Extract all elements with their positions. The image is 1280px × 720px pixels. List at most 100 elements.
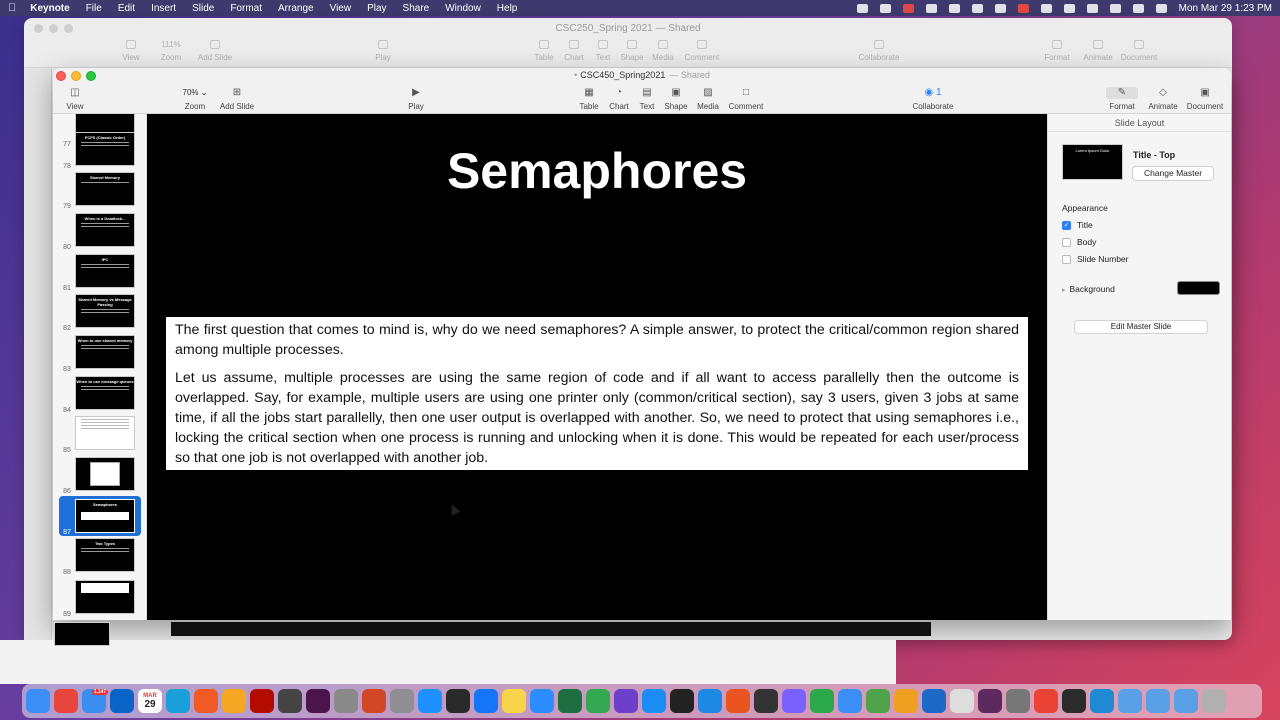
background-color-swatch[interactable] <box>1177 281 1220 295</box>
zoom-icon[interactable] <box>530 689 554 713</box>
finder-icon[interactable] <box>26 689 50 713</box>
slack-icon[interactable] <box>306 689 330 713</box>
powerpoint-icon[interactable] <box>362 689 386 713</box>
chrome-2-icon[interactable] <box>586 689 610 713</box>
body-checkbox-row[interactable]: Body <box>1062 237 1096 247</box>
vscode-icon[interactable] <box>1090 689 1114 713</box>
change-master-button[interactable]: Change Master <box>1132 166 1214 181</box>
chevron-right-icon[interactable]: ▸ <box>1062 287 1066 294</box>
menu-slide[interactable]: Slide <box>192 3 214 14</box>
spotlight-icon[interactable] <box>1132 3 1144 13</box>
xcode-icon[interactable] <box>474 689 498 713</box>
excel-icon[interactable] <box>558 689 582 713</box>
menu-window[interactable]: Window <box>445 3 481 14</box>
settings-icon[interactable] <box>390 689 414 713</box>
battery-icon[interactable] <box>1086 3 1098 13</box>
menu-play[interactable]: Play <box>367 3 386 14</box>
background-row[interactable]: ▸ Background <box>1062 281 1220 295</box>
slide-thumb-81[interactable]: 81 IPC <box>59 254 141 292</box>
sublime-icon[interactable] <box>278 689 302 713</box>
chrome-icon[interactable] <box>54 689 78 713</box>
outlook-icon[interactable] <box>110 689 134 713</box>
status-icon-record[interactable] <box>902 3 914 13</box>
bluetooth-icon[interactable] <box>1063 3 1075 13</box>
menu-view[interactable]: View <box>330 3 352 14</box>
status-icon-3[interactable] <box>925 3 937 13</box>
textedit-icon[interactable] <box>950 689 974 713</box>
menu-edit[interactable]: Edit <box>118 3 135 14</box>
calendar-icon[interactable]: MAR 29 <box>138 689 162 713</box>
ubuntu-icon[interactable] <box>726 689 750 713</box>
slide-canvas[interactable]: Semaphores The first question that comes… <box>147 114 1047 620</box>
keynote-icon[interactable] <box>838 689 862 713</box>
slide-thumb-79[interactable]: 79 Shared Memory <box>59 172 141 210</box>
document-button[interactable]: ▣ Document <box>1177 87 1231 111</box>
slide-thumb-83[interactable]: 83 When to use shared memory <box>59 335 141 373</box>
add-slide-button[interactable]: ⊞ Add Slide <box>209 87 265 111</box>
menu-share[interactable]: Share <box>403 3 430 14</box>
sourcetree-icon[interactable] <box>922 689 946 713</box>
title-checkbox[interactable]: ✓ <box>1062 220 1071 230</box>
play-button[interactable]: ▶ Play <box>388 87 444 111</box>
notes-icon[interactable] <box>502 689 526 713</box>
github-icon[interactable] <box>614 689 638 713</box>
messenger-icon[interactable] <box>782 689 806 713</box>
mail-icon[interactable]: 1,147 <box>82 689 109 713</box>
downloads-icon[interactable] <box>1118 689 1142 713</box>
documents-icon[interactable] <box>1146 689 1170 713</box>
menu-help[interactable]: Help <box>497 3 518 14</box>
app-store-icon[interactable] <box>642 689 666 713</box>
safari-icon[interactable] <box>418 689 442 713</box>
collaborate-button[interactable]: ◉ 1 Collaborate <box>905 87 961 111</box>
edit-master-slide-button[interactable]: Edit Master Slide <box>1074 320 1208 334</box>
control-center-icon[interactable] <box>1155 3 1167 13</box>
slide-thumb-80[interactable]: 80 When is a Deadlock... <box>59 213 141 251</box>
menu-file[interactable]: File <box>86 3 102 14</box>
slide-number-checkbox[interactable] <box>1062 254 1071 264</box>
slide-number-checkbox-row[interactable]: Slide Number <box>1062 254 1129 264</box>
status-icon-5[interactable] <box>971 3 983 13</box>
title-checkbox-row[interactable]: ✓ Title <box>1062 220 1093 230</box>
acrobat-icon[interactable] <box>250 689 274 713</box>
trash-icon[interactable] <box>1202 689 1226 713</box>
master-slide-thumbnail[interactable]: Lorem Ipsum Dolor <box>1062 144 1123 180</box>
numbers-icon[interactable] <box>810 689 834 713</box>
slide-thumb-82[interactable]: 82 Shared Memory vs Message Passing <box>59 294 141 332</box>
slack-2-icon[interactable] <box>978 689 1002 713</box>
maps-icon[interactable] <box>866 689 890 713</box>
volume-icon[interactable] <box>1040 3 1052 13</box>
status-icon-stop[interactable] <box>1017 3 1029 13</box>
pages-icon[interactable] <box>222 689 246 713</box>
status-icon-1[interactable] <box>856 3 868 13</box>
slide-thumb-78[interactable]: 78 FCFS (Classic Order) <box>59 132 141 170</box>
wifi-icon[interactable] <box>1109 3 1121 13</box>
menu-arrange[interactable]: Arrange <box>278 3 314 14</box>
slide-thumb-84[interactable]: 84 When to use message queues <box>59 376 141 414</box>
slide-title[interactable]: Semaphores <box>147 142 1047 200</box>
menu-insert[interactable]: Insert <box>151 3 176 14</box>
windows-icon[interactable] <box>698 689 722 713</box>
launchpad-icon[interactable] <box>334 689 358 713</box>
slide-thumb-87-selected[interactable]: 87 Semaphores <box>59 496 141 536</box>
photos-icon[interactable] <box>894 689 918 713</box>
status-icon-4[interactable] <box>948 3 960 13</box>
slide-body-text[interactable]: The first question that comes to mind is… <box>166 317 1028 470</box>
slide-thumb-88[interactable]: 88 Two Types <box>59 538 141 576</box>
webex-icon[interactable] <box>166 689 190 713</box>
slide-thumb-86[interactable]: 86 <box>59 457 141 495</box>
terminal-icon[interactable] <box>670 689 694 713</box>
chrome-3-icon[interactable] <box>1034 689 1058 713</box>
slide-navigator[interactable]: 77 78 FCFS (Classic Order) 79 Shared Mem… <box>53 114 147 620</box>
body-checkbox[interactable] <box>1062 237 1071 247</box>
status-icon-6[interactable] <box>994 3 1006 13</box>
apple-icon[interactable]:  <box>8 2 16 14</box>
menu-app-name[interactable]: Keynote <box>30 3 69 14</box>
terminal-3-icon[interactable] <box>1062 689 1086 713</box>
status-icon-2[interactable] <box>879 3 891 13</box>
epic-games-icon[interactable] <box>446 689 470 713</box>
slide-thumb-85[interactable]: 85 <box>59 416 141 454</box>
terminal-2-icon[interactable] <box>754 689 778 713</box>
menu-format[interactable]: Format <box>230 3 262 14</box>
folder-icon[interactable] <box>1174 689 1198 713</box>
background-slide-thumbnail[interactable] <box>54 622 110 646</box>
